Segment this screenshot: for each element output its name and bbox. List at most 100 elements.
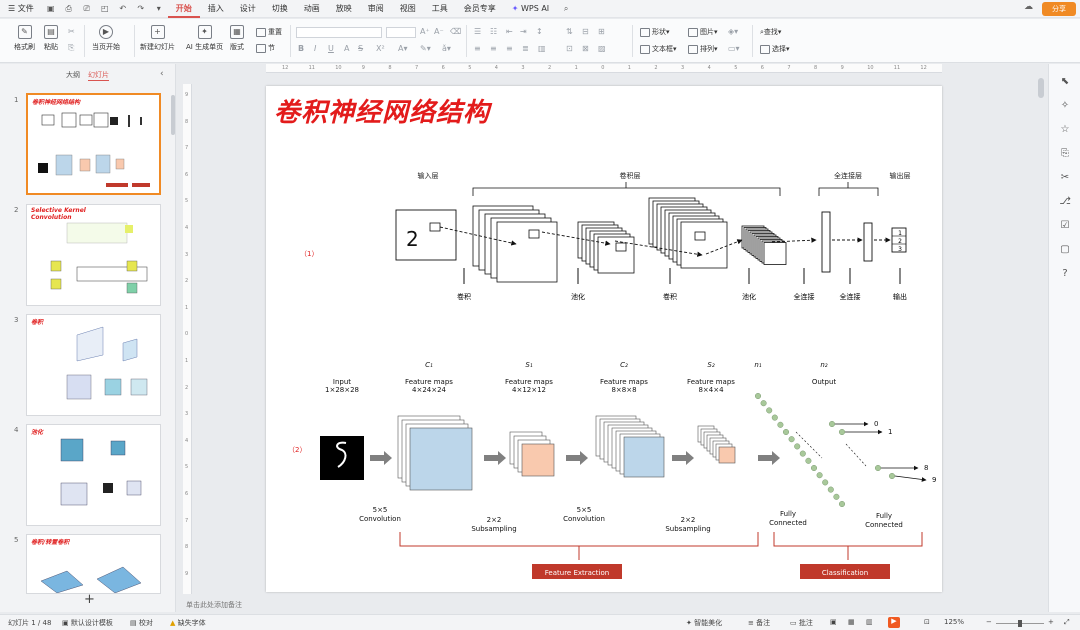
layout-button[interactable]: ▦ 版式 xyxy=(230,25,244,52)
align-right-icon[interactable]: ≡ xyxy=(506,44,513,53)
line-spacing-icon[interactable]: ↕ xyxy=(536,27,543,36)
tab-transition[interactable]: 切换 xyxy=(264,0,296,18)
underline-icon[interactable]: U xyxy=(328,44,334,53)
slide-thumbnail-2[interactable]: Selective Kernel Convolution xyxy=(26,204,161,306)
bullet-list-icon[interactable]: ☰ xyxy=(474,27,481,36)
animation-icon[interactable]: ⎇ xyxy=(1059,196,1071,208)
indent-decrease-icon[interactable]: ⇤ xyxy=(506,27,513,36)
fit-window-icon[interactable]: ⊡ xyxy=(924,618,930,626)
arrange-button[interactable]: 排列 ▾ xyxy=(688,44,718,54)
file-menu[interactable]: ☰ 文件 xyxy=(0,0,42,18)
zoom-in-icon[interactable]: + xyxy=(1048,618,1054,626)
clear-format-icon[interactable]: ⌫ xyxy=(450,27,461,36)
slide-canvas[interactable]: 卷积神经网络结构 （1） 输入层 卷积层 全连接层 输出层 2 1 2 3 卷积… xyxy=(266,86,942,592)
tab-outline[interactable]: 大纲 xyxy=(66,70,80,80)
indent-increase-icon[interactable]: ⇥ xyxy=(520,27,527,36)
reading-view-icon[interactable]: ▥ xyxy=(866,618,873,626)
sorter-view-icon[interactable]: ▦ xyxy=(848,618,855,626)
shape-button[interactable]: 形状 ▾ xyxy=(640,27,670,37)
tab-slides[interactable]: 幻灯片 xyxy=(88,70,109,81)
font-name-select[interactable] xyxy=(296,27,382,38)
font-color-icon[interactable]: A▾ xyxy=(398,44,408,53)
slide-thumbnail-5[interactable]: 卷积/转置卷积 xyxy=(26,534,161,594)
share-button[interactable]: 分享 xyxy=(1042,2,1076,16)
favorite-icon[interactable]: ☆ xyxy=(1059,124,1071,136)
italic-icon[interactable]: I xyxy=(314,44,316,53)
search-icon[interactable]: ⌕ xyxy=(559,2,573,16)
collapse-panel-icon[interactable]: ‹ xyxy=(160,69,164,79)
copy-icon[interactable]: ⎘ xyxy=(68,43,74,53)
theme-name[interactable]: ▣ 默认设计模板 xyxy=(62,618,113,628)
review-icon[interactable]: ☑ xyxy=(1059,220,1071,232)
notes-placeholder[interactable]: 单击此处添加备注 xyxy=(186,600,242,610)
ai-single-page-button[interactable]: ✦ AI 生成单页 xyxy=(186,25,223,52)
section-button[interactable]: 节 xyxy=(256,43,275,53)
tab-tools[interactable]: 工具 xyxy=(424,0,456,18)
notes-icon[interactable]: ▢ xyxy=(1059,244,1071,256)
justify-icon[interactable]: ≣ xyxy=(522,44,529,53)
textbox-button[interactable]: 文本框 ▾ xyxy=(640,44,677,54)
play-from-current-button[interactable]: ▶ 当页开始 xyxy=(92,25,120,52)
tools-icon[interactable]: ✂ xyxy=(1059,172,1071,184)
save-icon[interactable]: ▣ xyxy=(44,2,58,16)
new-slide-button[interactable]: + 新建幻灯片 xyxy=(140,25,175,52)
find-button[interactable]: ⌕ 查找 ▾ xyxy=(760,27,781,37)
cut-icon[interactable]: ✂ xyxy=(68,27,75,36)
text-direction-icon[interactable]: ⇅ xyxy=(566,27,573,36)
tab-slideshow[interactable]: 放映 xyxy=(328,0,360,18)
zoom-out-icon[interactable]: − xyxy=(986,618,992,626)
outline-icon[interactable]: ▭▾ xyxy=(728,44,740,53)
text-shadow-icon[interactable]: A xyxy=(344,44,349,53)
tab-home[interactable]: 开始 xyxy=(167,0,200,18)
help-icon[interactable]: ? xyxy=(1059,268,1071,280)
redo-icon[interactable]: ↷ xyxy=(134,2,148,16)
missing-font-button[interactable]: ▲ 缺失字体 xyxy=(170,618,206,628)
format-icon[interactable]: ⎘ xyxy=(1059,148,1071,160)
more-icon[interactable]: ▾ xyxy=(152,2,166,16)
reset-button[interactable]: 重置 xyxy=(256,27,282,37)
panel-scrollbar[interactable] xyxy=(171,95,175,135)
wrap-icon[interactable]: ⊡ xyxy=(566,44,573,53)
preview-icon[interactable]: ◰ xyxy=(98,2,112,16)
magic-icon[interactable]: ✧ xyxy=(1059,100,1071,112)
paste-button[interactable]: ▤ 粘贴 xyxy=(44,25,58,52)
picture-button[interactable]: 图片 ▾ xyxy=(688,27,718,37)
tab-vip[interactable]: 会员专享 xyxy=(456,0,504,18)
strikethrough-icon[interactable]: S xyxy=(358,44,363,53)
tab-view[interactable]: 视图 xyxy=(392,0,424,18)
select-pane-icon[interactable]: ⬉ xyxy=(1059,76,1071,88)
undo-icon[interactable]: ↶ xyxy=(116,2,130,16)
format-painter-button[interactable]: ✎ 格式刷 xyxy=(14,25,35,52)
zoom-slider-knob[interactable] xyxy=(1018,620,1022,627)
text-align-icon[interactable]: ⊟ xyxy=(582,27,589,36)
cloud-icon[interactable]: ☁ xyxy=(1024,2,1033,12)
zoom-level[interactable]: 125% xyxy=(944,618,964,626)
canvas-scrollbar[interactable] xyxy=(1038,78,1044,98)
notes-toggle[interactable]: ≡ 备注 xyxy=(748,618,770,628)
tab-review[interactable]: 审阅 xyxy=(360,0,392,18)
superscript-icon[interactable]: X² xyxy=(376,44,385,53)
columns-icon[interactable]: ▥ xyxy=(538,44,546,53)
slide-thumbnail-1[interactable]: 卷积神经网络结构 xyxy=(26,93,161,195)
select-button[interactable]: 选择 ▾ xyxy=(760,44,790,54)
tab-insert[interactable]: 插入 xyxy=(200,0,232,18)
normal-view-icon[interactable]: ▣ xyxy=(830,618,837,626)
number-list-icon[interactable]: ☷ xyxy=(490,27,497,36)
font-size-select[interactable] xyxy=(386,27,416,38)
tab-animation[interactable]: 动画 xyxy=(296,0,328,18)
add-slide-button[interactable]: + xyxy=(84,592,95,607)
char-spacing-icon[interactable]: ǎ▾ xyxy=(442,44,451,53)
slide-thumbnail-3[interactable]: 卷积 xyxy=(26,314,161,416)
bold-icon[interactable]: B xyxy=(298,44,304,53)
proof-button[interactable]: ▤ 校对 xyxy=(130,618,153,628)
highlight-icon[interactable]: ✎▾ xyxy=(420,44,431,53)
fill-icon[interactable]: ◈▾ xyxy=(728,27,738,36)
comments-toggle[interactable]: ▭ 批注 xyxy=(790,618,813,628)
play-slideshow-icon[interactable]: ▶ xyxy=(888,617,900,628)
convert-icon[interactable]: ⊞ xyxy=(598,27,605,36)
smartart-icon[interactable]: ⊠ xyxy=(582,44,589,53)
font-shrink-icon[interactable]: A⁻ xyxy=(434,27,444,36)
wps-ai-button[interactable]: ✦ WPS AI xyxy=(504,0,557,18)
font-grow-icon[interactable]: A⁺ xyxy=(420,27,430,36)
align-left-icon[interactable]: ≡ xyxy=(474,44,481,53)
